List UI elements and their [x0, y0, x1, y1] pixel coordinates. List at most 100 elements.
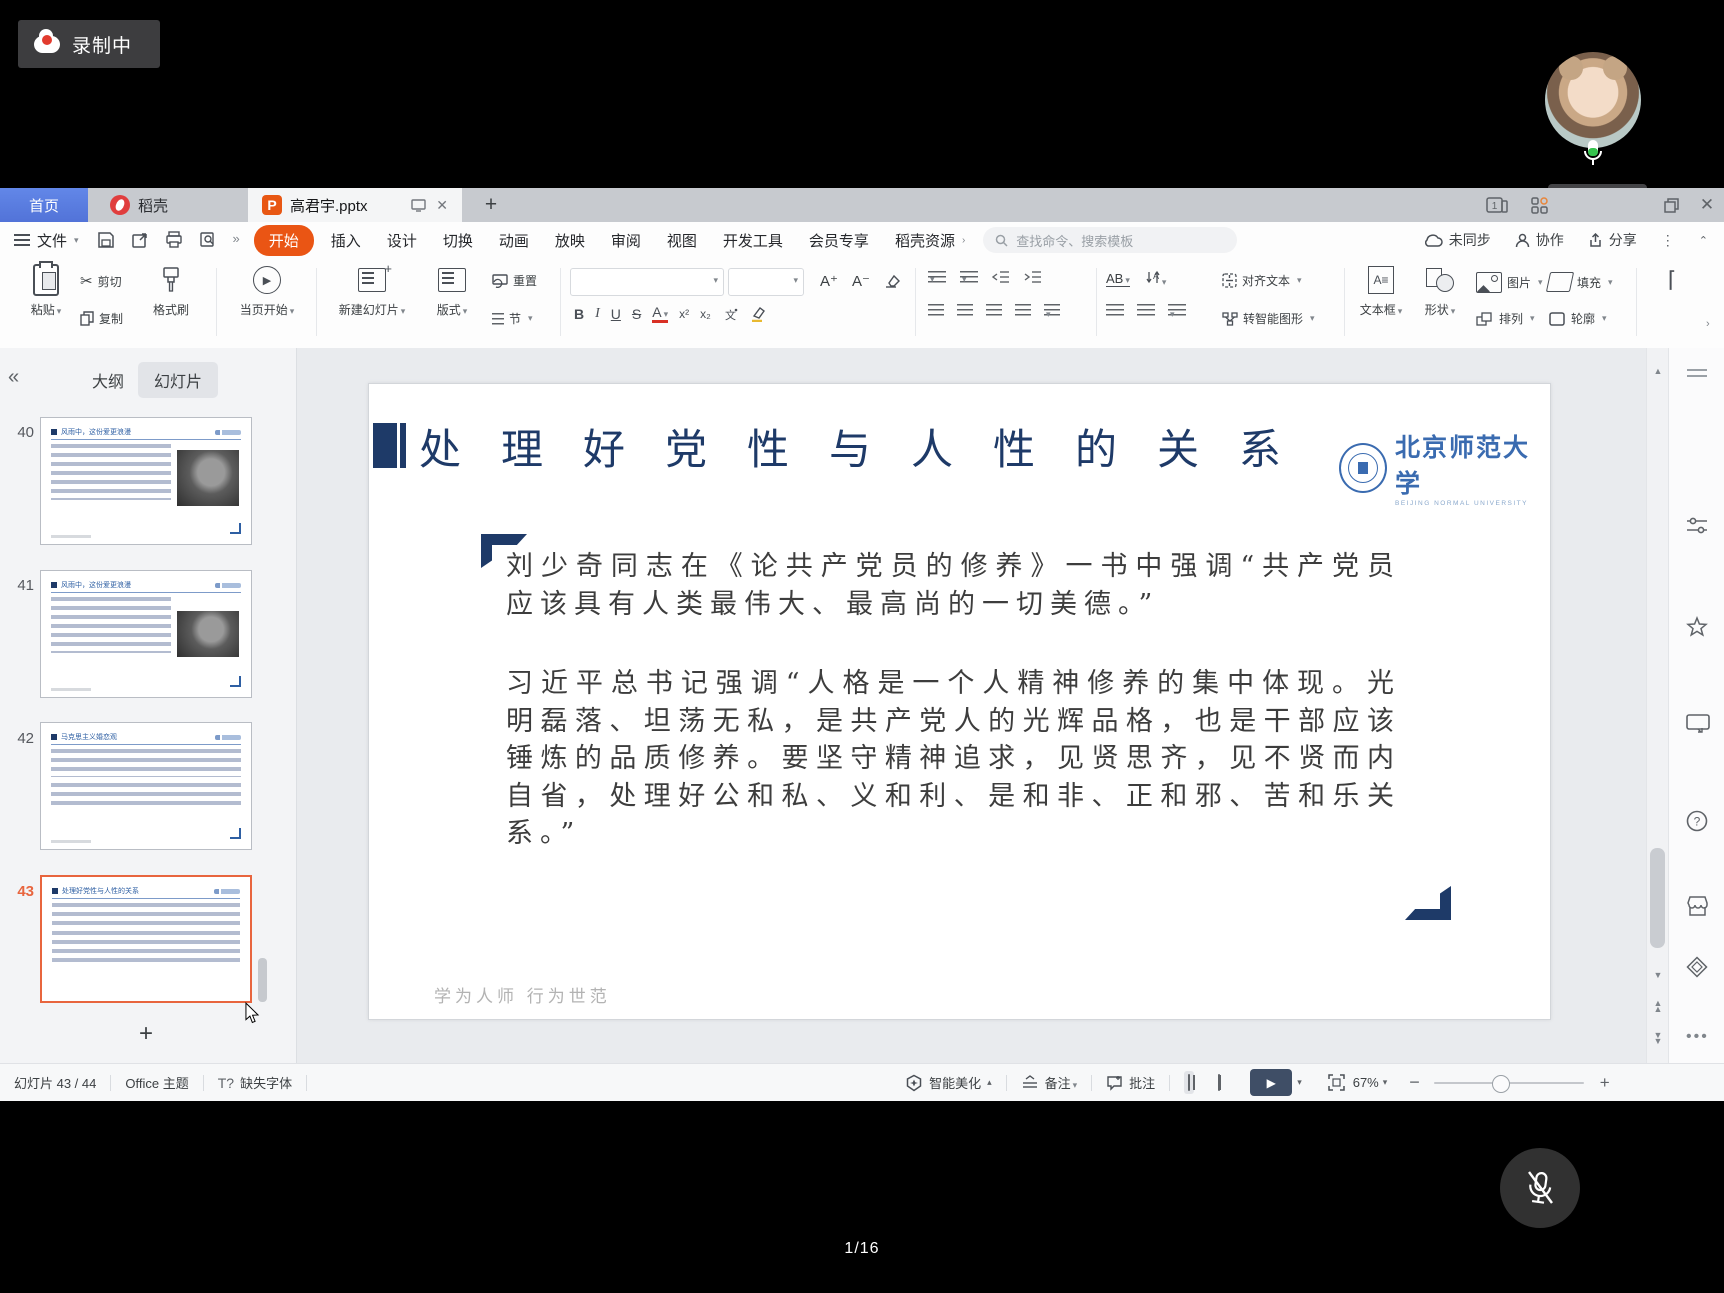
slide-thumbnail-41[interactable]: 风雨中，这份爱更浪漫 [40, 570, 252, 698]
menu-item-transition[interactable]: 切换 [430, 226, 486, 255]
text-box-button[interactable]: A≡ 文本框 [1352, 264, 1410, 318]
char-spacing-button[interactable]: AB [1106, 271, 1130, 287]
zoom-level[interactable]: 67% [1353, 1075, 1379, 1090]
more-menu-icon[interactable]: ⋮ [1661, 232, 1675, 249]
sync-status[interactable]: 未同步 [1423, 230, 1491, 250]
clear-format-icon[interactable] [884, 274, 901, 288]
play-from-page-button[interactable]: ▶ 当页开始 [224, 264, 310, 318]
copy-button[interactable]: 复制 [80, 310, 123, 327]
presenter-tools-button[interactable]: ⌈ [1652, 264, 1692, 296]
subscript-button[interactable]: x₂ [700, 307, 711, 321]
share-button[interactable]: 分享 [1588, 230, 1637, 250]
zoom-slider[interactable] [1434, 1082, 1584, 1084]
new-tab-button[interactable]: + [478, 192, 504, 218]
view-normal-button[interactable] [1184, 1071, 1194, 1094]
rail-handle-icon[interactable] [1686, 368, 1708, 378]
format-painter-button[interactable]: 格式刷 [142, 264, 200, 318]
main-scrollbar[interactable]: ▲ ▼ ▲▲ ▼▼ [1646, 348, 1669, 1063]
scroll-up-icon[interactable]: ▲ [1647, 366, 1669, 376]
zoom-out-button[interactable]: − [1409, 1072, 1420, 1093]
cast-screen-icon[interactable] [1686, 714, 1710, 733]
menu-item-start[interactable]: 开始 [254, 225, 314, 256]
layout-button[interactable]: 版式 [424, 264, 480, 318]
collaborate-button[interactable]: 协作 [1515, 230, 1564, 250]
comments-button[interactable]: 批注 [1106, 1073, 1155, 1092]
file-menu[interactable]: 文件 ▾ [14, 230, 79, 251]
underline-button[interactable]: U [611, 306, 621, 322]
collapse-panel-icon[interactable]: « [8, 366, 19, 389]
text-direction-button[interactable]: A [1146, 270, 1167, 288]
find-icon[interactable] [199, 231, 217, 249]
highlight-icon[interactable] [751, 306, 767, 322]
arrange-button[interactable]: 排列 [1476, 310, 1535, 327]
menu-item-view[interactable]: 视图 [654, 226, 710, 255]
view-grid-button[interactable] [1200, 1079, 1208, 1087]
menu-item-slideshow[interactable]: 放映 [542, 226, 598, 255]
align-right-button[interactable] [986, 304, 1002, 316]
font-size-combo[interactable] [728, 268, 804, 296]
slide-thumbnail-43-selected[interactable]: 处理好党性与人性的关系 [40, 875, 252, 1003]
decrease-font-button[interactable]: A⁻ [852, 272, 870, 290]
menu-item-membership[interactable]: 会员专享 [796, 226, 882, 255]
microphone-muted-button[interactable] [1500, 1148, 1580, 1228]
decrease-indent-button[interactable] [992, 270, 1010, 284]
font-name-combo[interactable] [570, 268, 724, 296]
distribute-button[interactable] [1044, 304, 1060, 316]
tab-docer[interactable]: 稻壳 [96, 188, 216, 222]
properties-sliders-icon[interactable] [1686, 516, 1708, 536]
reset-button[interactable]: 重置 [492, 272, 537, 289]
font-color-button[interactable]: A [652, 304, 668, 323]
line-spacing-button-3[interactable] [1168, 304, 1186, 316]
notes-button[interactable]: 备注 [1021, 1073, 1078, 1092]
zoom-in-button[interactable]: + [1600, 1073, 1610, 1093]
tab-home[interactable]: 首页 [0, 188, 88, 222]
next-slide-icon[interactable]: ▼▼ [1647, 1032, 1669, 1044]
tab-outline[interactable]: 大纲 [76, 362, 140, 398]
zoom-caret[interactable]: ▾ [1383, 1077, 1388, 1088]
template-store-icon[interactable] [1686, 896, 1709, 916]
pin-to-screen-icon[interactable] [411, 199, 426, 212]
bold-button[interactable]: B [574, 306, 584, 322]
justify-button[interactable] [1015, 304, 1031, 316]
print-icon[interactable] [165, 231, 183, 249]
smart-beautify-button[interactable]: 智能美化 ▴ [905, 1073, 992, 1092]
italic-button[interactable]: I [595, 306, 600, 322]
rail-more-icon[interactable]: ••• [1686, 1028, 1709, 1046]
phonetic-guide-icon[interactable]: 文 [722, 306, 740, 322]
zoom-fit-button[interactable] [1328, 1074, 1345, 1091]
menu-item-design[interactable]: 设计 [374, 226, 430, 255]
collapse-ribbon-icon[interactable]: ⌃ [1699, 234, 1708, 247]
superscript-button[interactable]: x² [679, 307, 689, 321]
ribbon-expand-chevron[interactable]: › [1706, 318, 1710, 330]
new-slide-button[interactable]: + 新建幻灯片 [326, 264, 418, 318]
scroll-down-icon[interactable]: ▼ [1647, 970, 1669, 980]
outline-button[interactable]: 轮廓 [1548, 310, 1607, 327]
zoom-slider-knob[interactable] [1492, 1075, 1510, 1093]
menu-item-animation[interactable]: 动画 [486, 226, 542, 255]
slide-thumbnail-40[interactable]: 风雨中，这份爱更浪漫 [40, 417, 252, 545]
more-quick-icons[interactable]: » [233, 231, 240, 249]
line-spacing-button-2[interactable] [1137, 304, 1155, 316]
scrollbar-thumb[interactable] [1650, 848, 1665, 948]
add-slide-button[interactable]: + [132, 1020, 160, 1048]
fill-button[interactable]: 填充 [1548, 272, 1613, 292]
premium-diamond-icon[interactable] [1686, 956, 1708, 978]
section-button[interactable]: 节 [492, 310, 533, 327]
menu-item-docer-resources[interactable]: 稻壳资源 [882, 226, 968, 255]
align-center-button[interactable] [957, 304, 973, 316]
help-icon[interactable]: ? [1686, 810, 1708, 832]
command-search[interactable]: 查找命令、搜索模板 [983, 227, 1237, 253]
missing-font-warning[interactable]: T? 缺失字体 [218, 1073, 292, 1092]
smart-graphic-button[interactable]: 转智能图形 [1222, 310, 1315, 327]
shape-button[interactable]: 形状 [1414, 264, 1466, 318]
menu-item-review[interactable]: 审阅 [598, 226, 654, 255]
menu-item-insert[interactable]: 插入 [318, 226, 374, 255]
increase-font-button[interactable]: A⁺ [820, 272, 838, 290]
paste-button[interactable]: 粘贴 [20, 264, 72, 318]
integration-mode-icon[interactable]: 1 [1482, 188, 1512, 222]
panel-scrollbar-thumb[interactable] [258, 958, 267, 1002]
cut-button[interactable]: ✂剪切 [80, 272, 122, 290]
play-options-caret[interactable]: ▾ [1297, 1077, 1302, 1088]
export-icon[interactable] [131, 231, 149, 249]
tab-slides[interactable]: 幻灯片 [138, 362, 218, 398]
